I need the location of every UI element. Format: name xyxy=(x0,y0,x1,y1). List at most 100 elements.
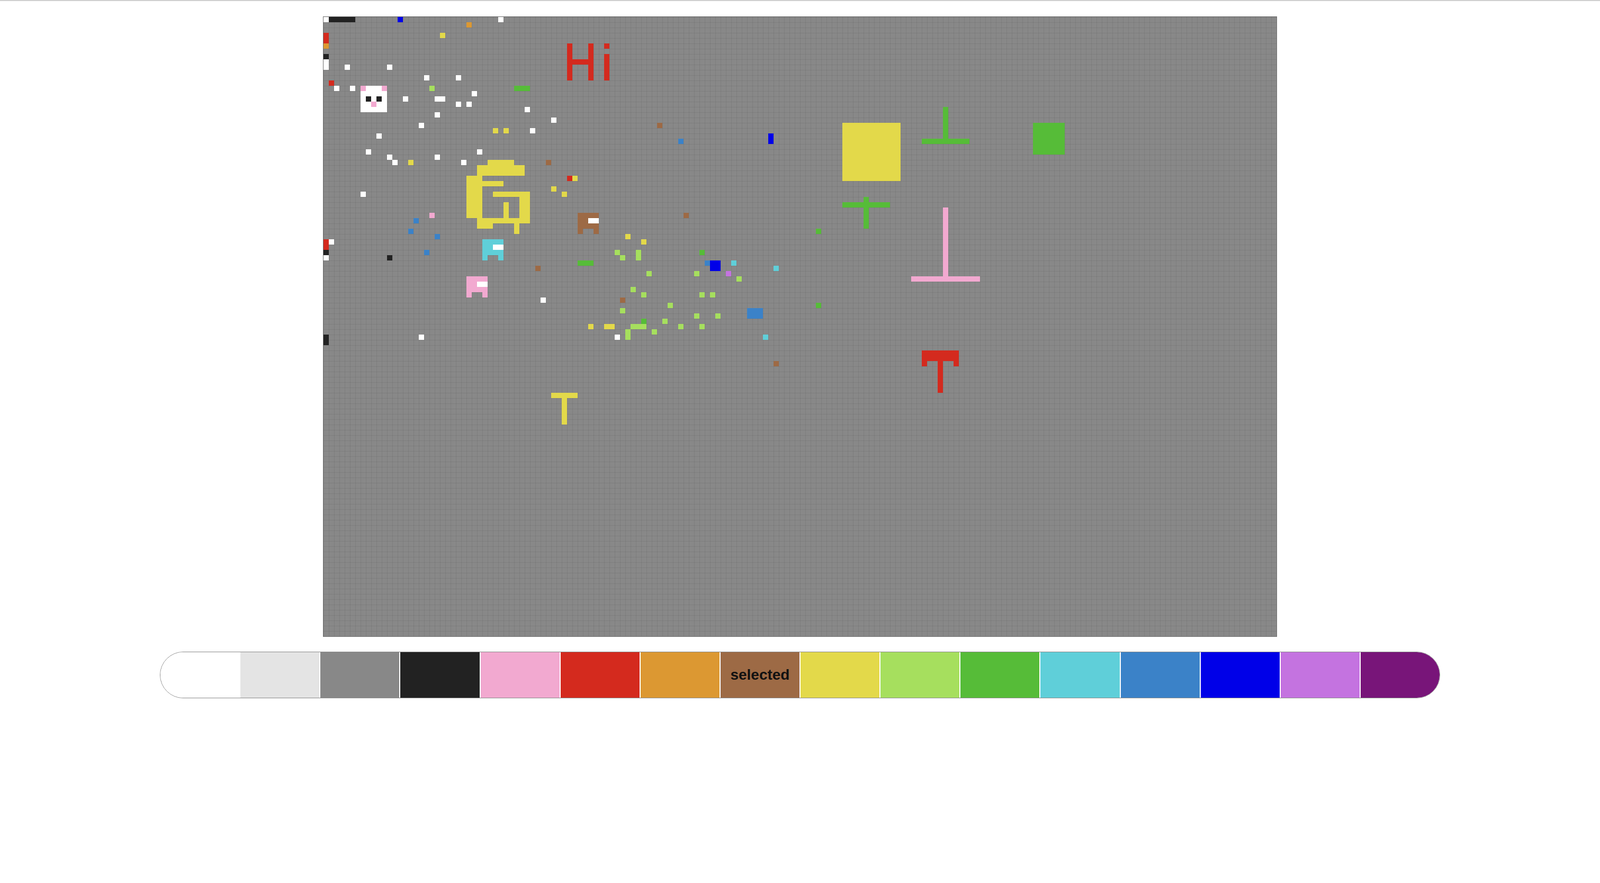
pixel xyxy=(921,361,928,367)
pixel xyxy=(625,234,631,240)
pixel xyxy=(678,324,684,330)
pixel xyxy=(731,260,737,266)
pixel xyxy=(492,244,504,250)
color-palette: selected xyxy=(159,651,1441,699)
pixel xyxy=(747,308,763,319)
color-swatch[interactable] xyxy=(960,652,1041,698)
pixel xyxy=(572,59,589,65)
pixel xyxy=(323,54,329,60)
pixel xyxy=(567,175,573,182)
pixel xyxy=(519,196,530,219)
pixel xyxy=(328,239,335,245)
pixel xyxy=(360,191,366,197)
pixel xyxy=(429,212,435,219)
pixel xyxy=(646,271,652,277)
pixel xyxy=(434,154,440,160)
pixel xyxy=(376,133,382,139)
pixel xyxy=(477,149,483,155)
pixel xyxy=(911,276,981,282)
pixel xyxy=(588,324,594,330)
pixel xyxy=(323,43,329,49)
pixel xyxy=(323,32,329,44)
pixel xyxy=(551,186,557,192)
pixel xyxy=(657,122,663,129)
color-swatch[interactable] xyxy=(240,652,321,698)
pixel xyxy=(455,75,462,81)
pixel xyxy=(418,122,425,129)
pixel xyxy=(503,128,509,134)
color-swatch[interactable] xyxy=(320,652,401,698)
pixel xyxy=(699,249,705,256)
pixel xyxy=(408,159,414,166)
pixel xyxy=(323,16,329,23)
pixel xyxy=(572,175,578,182)
color-swatch[interactable] xyxy=(480,652,561,698)
pixel xyxy=(694,313,700,319)
pixel xyxy=(773,265,779,272)
pixel xyxy=(1032,122,1065,155)
pixel-canvas[interactable] xyxy=(322,16,1278,637)
pixel xyxy=(482,181,504,187)
pixel xyxy=(699,292,705,298)
pixel xyxy=(365,96,372,102)
pixel xyxy=(551,392,578,399)
pixel xyxy=(408,228,414,235)
pixel xyxy=(477,165,525,176)
color-swatch[interactable] xyxy=(1200,652,1281,698)
pixel xyxy=(439,96,446,102)
pixel xyxy=(418,334,425,340)
pixel xyxy=(514,85,530,92)
pixel xyxy=(768,133,774,145)
pixel xyxy=(492,218,530,224)
pixel xyxy=(471,91,478,97)
pixel xyxy=(387,154,393,160)
color-swatch[interactable] xyxy=(880,652,961,698)
pixel xyxy=(524,106,530,113)
pixel xyxy=(609,324,615,330)
color-swatch[interactable] xyxy=(1360,652,1440,698)
pixel xyxy=(477,281,488,287)
pixel xyxy=(577,228,583,235)
pixel xyxy=(387,255,393,261)
pixel xyxy=(667,302,673,309)
pixel xyxy=(387,64,393,70)
pixel xyxy=(921,138,970,145)
pixel xyxy=(466,22,472,28)
color-swatch[interactable] xyxy=(400,652,481,698)
pixel xyxy=(461,159,467,166)
pixel xyxy=(641,292,647,298)
pixel xyxy=(651,329,658,335)
pixel xyxy=(699,324,705,330)
color-swatch[interactable] xyxy=(640,652,721,698)
pixel xyxy=(614,334,620,340)
color-swatch[interactable] xyxy=(560,652,641,698)
pixel xyxy=(323,59,329,70)
pixel xyxy=(815,228,822,235)
pixel xyxy=(371,101,377,107)
pixel xyxy=(815,302,822,309)
color-swatch[interactable] xyxy=(160,652,241,698)
pixel xyxy=(635,249,642,256)
pixel xyxy=(561,191,568,197)
pixel xyxy=(334,85,340,92)
pixel xyxy=(641,239,647,245)
pixel xyxy=(953,361,959,367)
pixel xyxy=(466,101,472,107)
pixel xyxy=(577,260,594,266)
pixel xyxy=(466,175,483,219)
pixel xyxy=(625,329,631,340)
pixel xyxy=(434,234,440,240)
pixel xyxy=(434,112,440,118)
color-swatch[interactable] xyxy=(1280,652,1361,698)
pixel xyxy=(323,239,329,245)
color-swatch[interactable]: selected xyxy=(720,652,801,698)
pixel xyxy=(498,16,504,23)
pixel xyxy=(630,286,636,293)
pixel xyxy=(360,85,366,92)
pixel xyxy=(921,350,959,362)
pixel xyxy=(942,106,949,139)
color-swatch[interactable] xyxy=(1040,652,1121,698)
color-swatch[interactable] xyxy=(1120,652,1201,698)
color-swatch[interactable] xyxy=(800,652,881,698)
pixel xyxy=(942,207,949,277)
